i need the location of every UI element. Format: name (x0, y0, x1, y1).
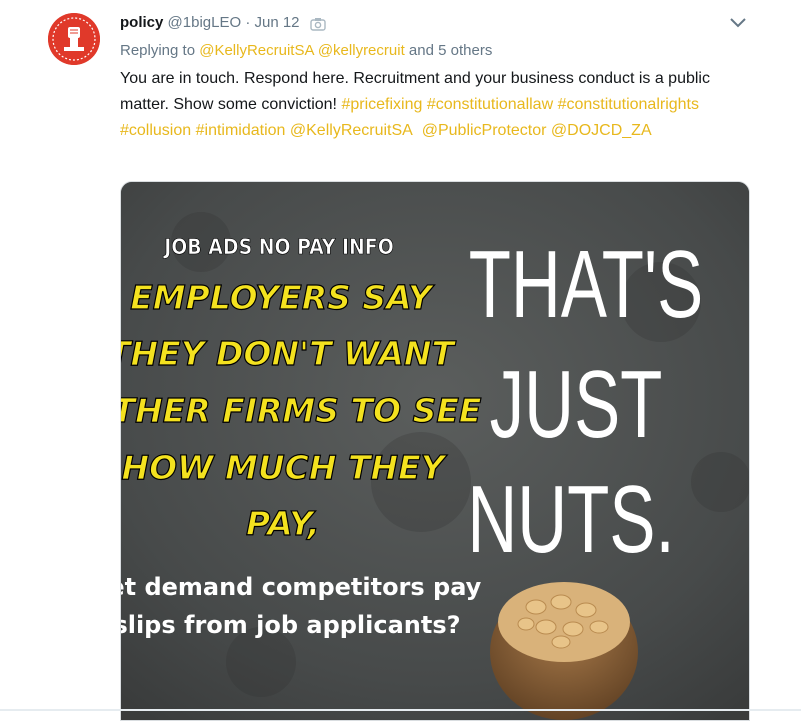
poster-yellow-line-1: EMPLOYERS SAY (130, 278, 435, 317)
tweet-date[interactable]: Jun 12 (254, 14, 299, 31)
reply-and: and (408, 42, 434, 59)
reply-mention-kellyrecruit[interactable]: @kellyrecruit (318, 42, 405, 59)
poster-heading: JOB ADS NO PAY INFO (162, 235, 394, 259)
hashtag-collusion[interactable]: #collusion (120, 122, 191, 139)
poster-big-line-1: THAT'S (469, 230, 704, 338)
hashtag-intimidation[interactable]: #intimidation (196, 122, 286, 139)
tweet-header: policy @1bigLEO · Jun 12 (120, 12, 326, 34)
peanut-bowl (490, 582, 638, 720)
poster-image: JOB ADS NO PAY INFO EMPLOYERS SAY THEY D… (121, 182, 749, 720)
mention-kellyrecruitsa[interactable]: @KellyRecruitSA (290, 122, 413, 139)
poster-white-line-2: slips from job applicants? (121, 611, 461, 639)
reply-mention-kellyrecruitsa[interactable]: @KellyRecruitSA (199, 42, 313, 59)
hashtag-constitutionalrights[interactable]: #constitutionalrights (558, 96, 699, 113)
reply-others-link[interactable]: 5 others (438, 42, 492, 59)
avatar[interactable] (48, 13, 100, 65)
author-handle[interactable]: @1bigLEO (168, 14, 242, 31)
tweet-text: You are in touch. Respond here. Recruitm… (120, 66, 760, 144)
poster-yellow-line-2: THEY DON'T WANT (121, 334, 457, 373)
hashtag-pricefixing[interactable]: #pricefixing (341, 96, 422, 113)
separator: · (245, 14, 251, 31)
mention-publicprotector[interactable]: @PublicProtector (422, 122, 547, 139)
poster-yellow-line-5: PAY, (246, 504, 320, 543)
poster-big-line-3: NUTS. (467, 465, 674, 573)
raised-fist-logo (48, 13, 100, 65)
hashtag-constitutionallaw[interactable]: #constitutionallaw (427, 96, 553, 113)
poster-yellow-line-4: HOW MUCH THEY (121, 448, 447, 487)
replying-label: Replying to (120, 42, 196, 59)
poster-yellow-line-3: OTHER FIRMS TO SEE (121, 391, 482, 430)
author-name[interactable]: policy (120, 14, 163, 31)
poster-big-line-2: JUST (490, 350, 663, 458)
poster-white-line-1: yet demand competitors pay (121, 573, 482, 601)
replying-to: Replying to @KellyRecruitSA @kellyrecrui… (120, 40, 492, 62)
tweet-card[interactable]: policy @1bigLEO · Jun 12 Replying to @Ke… (0, 0, 801, 721)
chevron-down-icon[interactable] (728, 15, 748, 31)
camera-icon (310, 16, 326, 31)
tweet-image[interactable]: JOB ADS NO PAY INFO EMPLOYERS SAY THEY D… (120, 181, 750, 721)
mention-dojcd-za[interactable]: @DOJCD_ZA (551, 122, 652, 139)
